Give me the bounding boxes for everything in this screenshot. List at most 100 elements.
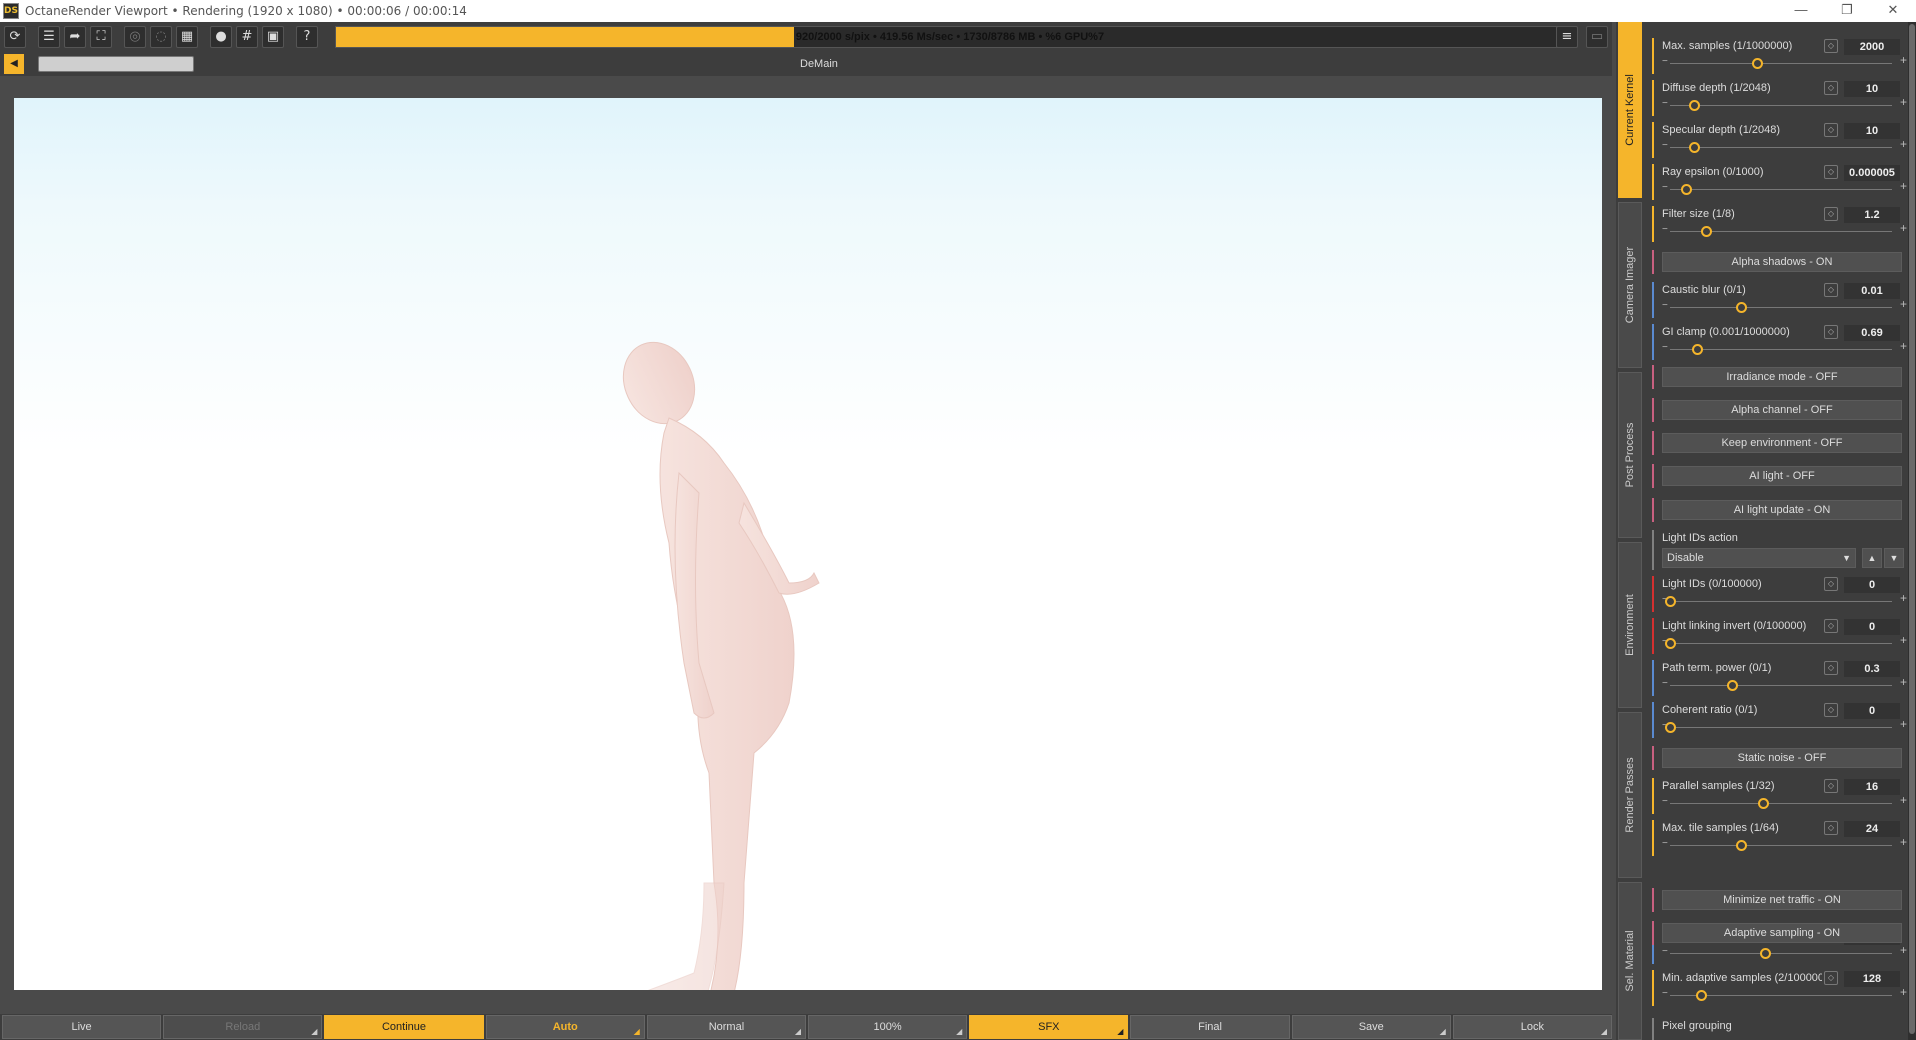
minus-icon[interactable]: −: [1662, 838, 1668, 849]
tab-current-kernel[interactable]: Current Kernel: [1618, 22, 1642, 198]
slider-knob[interactable]: [1751, 58, 1763, 69]
export-icon[interactable]: ➦: [64, 26, 86, 48]
param-value-field[interactable]: 0: [1844, 577, 1900, 593]
panel-scrollbar[interactable]: [1908, 22, 1916, 1040]
camera-slider[interactable]: [38, 56, 194, 72]
param-value-field[interactable]: 24: [1844, 821, 1900, 837]
slider-track[interactable]: [1670, 189, 1892, 190]
param-value-field[interactable]: 0.69: [1844, 325, 1900, 341]
toggle-button[interactable]: Adaptive sampling - ON: [1662, 923, 1902, 943]
param-value-field[interactable]: 0.000005: [1844, 165, 1900, 181]
slider-track[interactable]: [1670, 349, 1892, 350]
reset-icon[interactable]: ◇: [1824, 283, 1838, 297]
slider-track[interactable]: [1670, 845, 1892, 846]
reset-icon[interactable]: ◇: [1824, 661, 1838, 675]
minus-icon[interactable]: −: [1662, 140, 1668, 151]
slider-track[interactable]: [1670, 601, 1892, 602]
slider-knob[interactable]: [1760, 948, 1772, 959]
lock-button[interactable]: Lock ◢: [1452, 1015, 1613, 1039]
slider-track[interactable]: [1670, 953, 1892, 954]
reset-icon[interactable]: ◇: [1824, 81, 1838, 95]
param-value-field[interactable]: 16: [1844, 779, 1900, 795]
toggle-button[interactable]: AI light - OFF: [1662, 466, 1902, 486]
tab-post-process[interactable]: Post Process: [1618, 372, 1642, 538]
slider-track[interactable]: [1670, 147, 1892, 148]
final-button[interactable]: Final: [1130, 1015, 1290, 1039]
light-ids-action-select[interactable]: Disable ▼: [1662, 548, 1856, 568]
plus-icon[interactable]: +: [1900, 53, 1907, 67]
fit-icon[interactable]: ⛶: [90, 26, 112, 48]
slider-track[interactable]: [1670, 685, 1892, 686]
toggle-button[interactable]: Alpha channel - OFF: [1662, 400, 1902, 420]
auto-button[interactable]: Auto ◢: [485, 1015, 645, 1039]
zoom-button[interactable]: 100% ◢: [808, 1015, 968, 1039]
minus-icon[interactable]: −: [1662, 56, 1668, 67]
param-value-field[interactable]: 128: [1844, 971, 1900, 987]
reset-icon[interactable]: ◇: [1824, 971, 1838, 985]
plus-icon[interactable]: +: [1900, 835, 1907, 849]
minimize-icon[interactable]: —: [1778, 0, 1824, 22]
reset-icon[interactable]: ◇: [1824, 39, 1838, 53]
param-value-field[interactable]: 1.2: [1844, 207, 1900, 223]
tab-render-passes[interactable]: Render Passes: [1618, 712, 1642, 878]
slider-knob[interactable]: [1696, 990, 1708, 1001]
tab-sel-material[interactable]: Sel. Material: [1618, 882, 1642, 1040]
continue-button[interactable]: Continue: [324, 1015, 484, 1039]
reset-icon[interactable]: ◇: [1824, 577, 1838, 591]
slider-track[interactable]: [1670, 643, 1892, 644]
param-value-field[interactable]: 0: [1844, 619, 1900, 635]
panel-toggle-icon[interactable]: ▭: [1586, 26, 1608, 48]
help-icon[interactable]: ?: [296, 26, 318, 48]
toggle-button[interactable]: Alpha shadows - ON: [1662, 252, 1902, 272]
slider-track[interactable]: [1670, 803, 1892, 804]
reset-icon[interactable]: ◇: [1824, 207, 1838, 221]
param-value-field[interactable]: 10: [1844, 81, 1900, 97]
plus-icon[interactable]: +: [1900, 591, 1907, 605]
focus-icon[interactable]: ◌: [150, 26, 172, 48]
slider-track[interactable]: [1670, 307, 1892, 308]
arrow-up-icon[interactable]: ▲: [1862, 548, 1882, 568]
minus-icon[interactable]: −: [1662, 224, 1668, 235]
toggle-button[interactable]: Minimize net traffic - ON: [1662, 890, 1902, 910]
param-value-field[interactable]: 0.01: [1844, 283, 1900, 299]
slider-knob[interactable]: [1665, 596, 1676, 607]
plus-icon[interactable]: +: [1900, 633, 1907, 647]
toggle-button[interactable]: Irradiance mode - OFF: [1662, 367, 1902, 387]
image-icon[interactable]: ▣: [262, 26, 284, 48]
minus-icon[interactable]: −: [1662, 796, 1668, 807]
slider-knob[interactable]: [1680, 184, 1692, 195]
slider-knob[interactable]: [1689, 142, 1701, 153]
slider-knob[interactable]: [1736, 840, 1748, 851]
plus-icon[interactable]: +: [1900, 793, 1907, 807]
slider-track[interactable]: [1670, 105, 1892, 106]
plus-icon[interactable]: +: [1900, 137, 1907, 151]
normal-button[interactable]: Normal ◢: [646, 1015, 807, 1039]
reset-icon[interactable]: ◇: [1824, 821, 1838, 835]
slider-knob[interactable]: [1727, 680, 1739, 691]
toggle-button[interactable]: Keep environment - OFF: [1662, 433, 1902, 453]
reload-button[interactable]: Reload ◢: [163, 1015, 323, 1039]
close-icon[interactable]: ✕: [1870, 0, 1916, 22]
slider-track[interactable]: [1670, 63, 1892, 64]
slider-knob[interactable]: [1758, 798, 1770, 809]
slider-knob[interactable]: [1665, 722, 1676, 733]
plus-icon[interactable]: +: [1900, 675, 1907, 689]
plus-icon[interactable]: +: [1900, 943, 1907, 957]
save-button[interactable]: Save ◢: [1291, 1015, 1451, 1039]
plus-icon[interactable]: +: [1900, 297, 1907, 311]
record-icon[interactable]: ●: [210, 26, 232, 48]
tab-environment[interactable]: Environment: [1618, 542, 1642, 708]
plus-icon[interactable]: +: [1900, 179, 1907, 193]
minus-icon[interactable]: −: [1662, 342, 1668, 353]
scrollbar-thumb[interactable]: [1909, 24, 1915, 1034]
plus-icon[interactable]: +: [1900, 717, 1907, 731]
minus-icon[interactable]: −: [1662, 678, 1668, 689]
grid-icon[interactable]: #: [236, 26, 258, 48]
layout-icon[interactable]: ▦: [176, 26, 198, 48]
reset-icon[interactable]: ◇: [1824, 703, 1838, 717]
reset-icon[interactable]: ◇: [1824, 619, 1838, 633]
plus-icon[interactable]: +: [1900, 95, 1907, 109]
live-button[interactable]: Live: [2, 1015, 162, 1039]
reset-icon[interactable]: ◇: [1824, 325, 1838, 339]
slider-knob[interactable]: [1691, 344, 1703, 355]
